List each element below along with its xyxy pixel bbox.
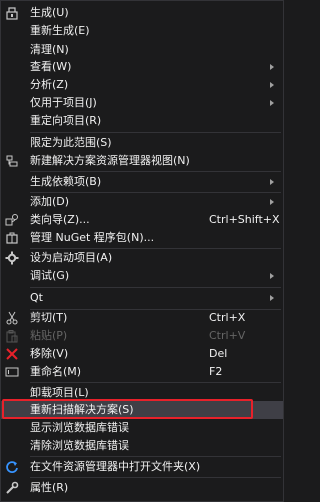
menu-separator: [30, 132, 281, 133]
menu-item-project-only[interactable]: 仅用于项目(J): [1, 94, 283, 112]
menu-item-set-startup[interactable]: 设为启动项目(A): [1, 249, 283, 267]
submenu-arrow-icon: [270, 82, 274, 88]
menu-item-qt[interactable]: Qt: [1, 289, 283, 307]
new-view-icon: [5, 154, 19, 168]
menu-item-rename[interactable]: 重命名(M) F2: [1, 363, 283, 381]
refresh-icon: [5, 460, 19, 474]
remove-x-icon: [5, 347, 19, 361]
menu-item-add[interactable]: 添加(D): [1, 193, 283, 211]
menu-label: 管理 NuGet 程序包(N)...: [30, 231, 155, 244]
menu-item-analyze[interactable]: 分析(Z): [1, 76, 283, 94]
menu-item-properties[interactable]: 属性(R): [1, 479, 283, 497]
menu-label: 剪切(T): [30, 311, 68, 324]
submenu-arrow-icon: [270, 100, 274, 106]
menu-label: 仅用于项目(J): [30, 96, 97, 109]
gear-icon: [5, 251, 19, 265]
menu-label: 清除浏览数据库错误: [30, 439, 129, 452]
menu-item-remove[interactable]: 移除(V) Del: [1, 345, 283, 363]
menu-item-view[interactable]: 查看(W): [1, 58, 283, 76]
submenu-arrow-icon: [270, 273, 274, 279]
menu-label: 生成(U): [30, 6, 69, 19]
menu-label: 查看(W): [30, 60, 72, 73]
menu-label: 属性(R): [30, 481, 69, 494]
menu-label: 重命名(M): [30, 365, 82, 378]
menu-shortcut: F2: [209, 365, 223, 378]
menu-item-retarget[interactable]: 重定向项目(R): [1, 112, 283, 130]
menu-separator: [30, 382, 281, 383]
submenu-arrow-icon: [270, 179, 274, 185]
menu-separator: [30, 477, 281, 478]
menu-label: 类向导(Z)...: [30, 213, 90, 226]
menu-label: 新建解决方案资源管理器视图(N): [30, 154, 190, 167]
wrench-icon: [5, 481, 19, 495]
menu-shortcut: Ctrl+Shift+X: [209, 213, 280, 226]
menu-item-paste[interactable]: 粘贴(P) Ctrl+V: [1, 327, 283, 345]
rename-icon: [5, 365, 19, 379]
menu-label: 生成依赖项(B): [30, 175, 102, 188]
menu-separator: [30, 287, 281, 288]
class-wizard-icon: [5, 213, 19, 227]
menu-label: 粘贴(P): [30, 329, 68, 342]
context-menu: 生成(U) 重新生成(E) 清理(N) 查看(W) 分析(Z) 仅用于项目(J)…: [0, 0, 284, 502]
menu-label: 调试(G): [30, 269, 70, 282]
menu-label: 分析(Z): [30, 78, 69, 91]
build-icon: [5, 6, 19, 20]
menu-item-cut[interactable]: 剪切(T) Ctrl+X: [1, 309, 283, 327]
menu-label: 重定向项目(R): [30, 114, 102, 127]
menu-item-manage-nuget[interactable]: 管理 NuGet 程序包(N)...: [1, 229, 283, 247]
menu-label: 移除(V): [30, 347, 69, 360]
highlight-annotation-box: [2, 399, 253, 419]
menu-label: 重新生成(E): [30, 24, 90, 37]
menu-item-new-view[interactable]: 新建解决方案资源管理器视图(N): [1, 152, 283, 170]
paste-icon: [5, 329, 19, 343]
menu-item-class-wizard[interactable]: 类向导(Z)... Ctrl+Shift+X: [1, 211, 283, 229]
menu-label: Qt: [30, 291, 43, 304]
menu-item-scope-to-this[interactable]: 限定为此范围(S): [1, 134, 283, 152]
menu-separator: [30, 456, 281, 457]
submenu-arrow-icon: [270, 64, 274, 70]
menu-label: 设为启动项目(A): [30, 251, 113, 264]
menu-item-debug[interactable]: 调试(G): [1, 267, 283, 285]
menu-separator: [30, 171, 281, 172]
menu-shortcut: Ctrl+X: [209, 311, 246, 324]
submenu-arrow-icon: [270, 199, 274, 205]
menu-label: 显示浏览数据库错误: [30, 421, 129, 434]
submenu-arrow-icon: [270, 295, 274, 301]
scissors-icon: [5, 311, 19, 325]
menu-item-open-in-explorer[interactable]: 在文件资源管理器中打开文件夹(X): [1, 458, 283, 476]
menu-label: 添加(D): [30, 195, 70, 208]
menu-label: 在文件资源管理器中打开文件夹(X): [30, 460, 201, 473]
menu-label: 清理(N): [30, 43, 69, 56]
menu-shortcut: Ctrl+V: [209, 329, 246, 342]
menu-item-build-dependencies[interactable]: 生成依赖项(B): [1, 173, 283, 191]
menu-item-show-db-errors[interactable]: 显示浏览数据库错误: [1, 419, 283, 437]
menu-item-clear-db-errors[interactable]: 清除浏览数据库错误: [1, 437, 283, 455]
menu-item-rebuild[interactable]: 重新生成(E): [1, 22, 283, 40]
menu-item-build[interactable]: 生成(U): [1, 4, 283, 22]
menu-item-clean[interactable]: 清理(N): [1, 41, 283, 59]
menu-label: 卸载项目(L): [30, 386, 89, 399]
menu-label: 限定为此范围(S): [30, 136, 112, 149]
nuget-icon: [5, 231, 19, 245]
menu-shortcut: Del: [209, 347, 228, 360]
